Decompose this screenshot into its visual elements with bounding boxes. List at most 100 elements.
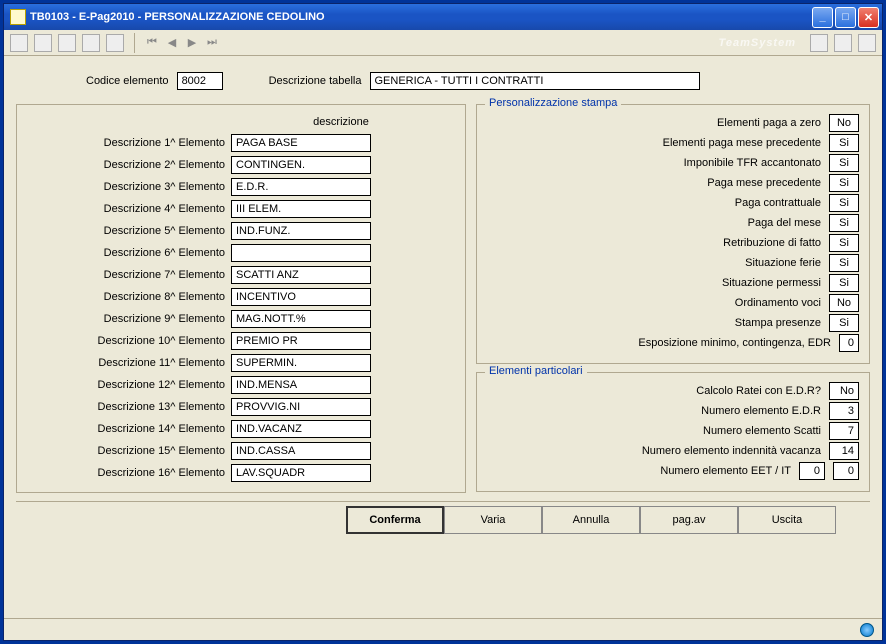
ps-label: Paga mese precedente (487, 177, 821, 189)
toolbar-icon-3[interactable] (58, 34, 76, 52)
toolbar-icon-4[interactable] (82, 34, 100, 52)
ps-field[interactable]: Si (829, 134, 859, 152)
conferma-button[interactable]: Conferma (346, 506, 444, 534)
elem-part-row: Numero elemento Scatti7 (487, 421, 859, 441)
ps-label: Situazione ferie (487, 257, 821, 269)
descrizione-field[interactable]: SCATTI ANZ (231, 266, 371, 284)
toolbar-icon-r1[interactable] (810, 34, 828, 52)
ps-label: Imponibile TFR accantonato (487, 157, 821, 169)
descrizione-field[interactable]: IND.VACANZ (231, 420, 371, 438)
ps-field[interactable]: 0 (839, 334, 859, 352)
descrizione-field[interactable]: E.D.R. (231, 178, 371, 196)
toolbar-icon-r2[interactable] (834, 34, 852, 52)
ps-field[interactable]: No (829, 114, 859, 132)
uscita-button[interactable]: Uscita (738, 506, 836, 534)
descrizione-field[interactable] (231, 244, 371, 262)
ps-field[interactable]: Si (829, 314, 859, 332)
descrizione-row: Descrizione 1^ Elemento PAGA BASE (25, 132, 457, 154)
maximize-button[interactable]: □ (835, 7, 856, 28)
descrizione-row: Descrizione 5^ ElementoIND.FUNZ. (25, 220, 457, 242)
descrizione-label: Descrizione 1^ Elemento (25, 137, 225, 149)
pers-stampa-row: Imponibile TFR accantonato Si (487, 153, 859, 173)
button-bar: Conferma Varia Annulla pag.av Uscita (16, 501, 870, 538)
descrizione-label: Descrizione 14^ Elemento (25, 423, 225, 435)
ps-field[interactable]: Si (829, 214, 859, 232)
pers-stampa-row: Ordinamento voci No (487, 293, 859, 313)
nav-next-icon[interactable]: ▶ (185, 36, 199, 49)
eet-field-1[interactable]: 0 (799, 462, 825, 480)
descrizione-field[interactable]: MAG.NOTT.% (231, 310, 371, 328)
descrizione-label: Descrizione 3^ Elemento (25, 181, 225, 193)
descrizione-label: Descrizione 16^ Elemento (25, 467, 225, 479)
descrizione-label: Descrizione 6^ Elemento (25, 247, 225, 259)
descrizione-row: Descrizione 15^ Elemento IND.CASSA (25, 440, 457, 462)
descrizione-field[interactable]: CONTINGEN. (231, 156, 371, 174)
ep-label: Numero elemento E.D.R (487, 405, 821, 417)
descrizione-field[interactable]: LAV.SQUADR (231, 464, 371, 482)
descrizione-label: Descrizione 10^ Elemento (25, 335, 225, 347)
elem-part-row: Numero elemento indennità vacanza 14 (487, 441, 859, 461)
descrizione-field[interactable]: IND.CASSA (231, 442, 371, 460)
ep-field[interactable]: 14 (829, 442, 859, 460)
descrizione-label: Descrizione 13^ Elemento (25, 401, 225, 413)
codice-elemento-field[interactable]: 8002 (177, 72, 223, 90)
descrizione-field[interactable]: PAGA BASE (231, 134, 371, 152)
ps-label: Elementi paga mese precedente (487, 137, 821, 149)
nav-first-icon[interactable]: ⏮ (145, 36, 159, 49)
descrizione-field[interactable]: INCENTIVO (231, 288, 371, 306)
brand-logo: TeamSystem (225, 37, 804, 49)
ps-field[interactable]: Si (829, 194, 859, 212)
pers-stampa-row: Paga contrattuale Si (487, 193, 859, 213)
elem-part-row: Numero elemento E.D.R 3 (487, 401, 859, 421)
ps-label: Retribuzione di fatto (487, 237, 821, 249)
descrizione-header: descrizione (25, 116, 457, 128)
ps-field[interactable]: Si (829, 154, 859, 172)
pagav-button[interactable]: pag.av (640, 506, 738, 534)
toolbar-icon-1[interactable] (10, 34, 28, 52)
descrizione-row: Descrizione 16^ Elemento LAV.SQUADR (25, 462, 457, 484)
ps-label: Stampa presenze (487, 317, 821, 329)
descrizione-row: Descrizione 3^ Elemento E.D.R. (25, 176, 457, 198)
ps-label: Elementi paga a zero (487, 117, 821, 129)
pers-stampa-row: Stampa presenze Si (487, 313, 859, 333)
toolbar-icon-5[interactable] (106, 34, 124, 52)
ep-field[interactable]: 7 (829, 422, 859, 440)
descrizione-field[interactable]: III ELEM. (231, 200, 371, 218)
personalizzazione-stampa-panel: Personalizzazione stampa Elementi paga a… (476, 104, 870, 364)
descrizione-row: Descrizione 13^ Elemento PROVVIG.NI (25, 396, 457, 418)
descrizioni-panel: descrizione Descrizione 1^ Elemento PAGA … (16, 104, 466, 493)
close-button[interactable]: ✕ (858, 7, 879, 28)
descrizione-field[interactable]: IND.MENSA (231, 376, 371, 394)
nav-prev-icon[interactable]: ◀ (165, 36, 179, 49)
ps-label: Ordinamento voci (487, 297, 821, 309)
descrizione-label: Descrizione 15^ Elemento (25, 445, 225, 457)
eet-field-2[interactable]: 0 (833, 462, 859, 480)
minimize-button[interactable]: _ (812, 7, 833, 28)
toolbar-icon-2[interactable] (34, 34, 52, 52)
descrizione-label: Descrizione 12^ Elemento (25, 379, 225, 391)
ps-field[interactable]: Si (829, 234, 859, 252)
varia-button[interactable]: Varia (444, 506, 542, 534)
ps-label: Paga contrattuale (487, 197, 821, 209)
ep-field[interactable]: 3 (829, 402, 859, 420)
ep-label: Numero elemento indennità vacanza (487, 445, 821, 457)
descrizione-row: Descrizione 7^ ElementoSCATTI ANZ (25, 264, 457, 286)
ps-field[interactable]: Si (829, 254, 859, 272)
descrizione-field[interactable]: PREMIO PR (231, 332, 371, 350)
ps-field[interactable]: Si (829, 174, 859, 192)
nav-last-icon[interactable]: ⏭ (205, 36, 219, 49)
descrizione-row: Descrizione 14^ Elemento IND.VACANZ (25, 418, 457, 440)
descrizione-field[interactable]: PROVVIG.NI (231, 398, 371, 416)
ep-field[interactable]: No (829, 382, 859, 400)
ps-field[interactable]: No (829, 294, 859, 312)
descrizione-tabella-field[interactable]: GENERICA - TUTTI I CONTRATTI (370, 72, 700, 90)
app-icon (10, 9, 26, 25)
ps-label: Situazione permessi (487, 277, 821, 289)
descrizione-field[interactable]: SUPERMIN. (231, 354, 371, 372)
ps-field[interactable]: Si (829, 274, 859, 292)
descrizione-field[interactable]: IND.FUNZ. (231, 222, 371, 240)
ps-label: Esposizione minimo, contingenza, EDR (487, 337, 831, 349)
toolbar-icon-r3[interactable] (858, 34, 876, 52)
toolbar-separator (134, 33, 135, 53)
annulla-button[interactable]: Annulla (542, 506, 640, 534)
